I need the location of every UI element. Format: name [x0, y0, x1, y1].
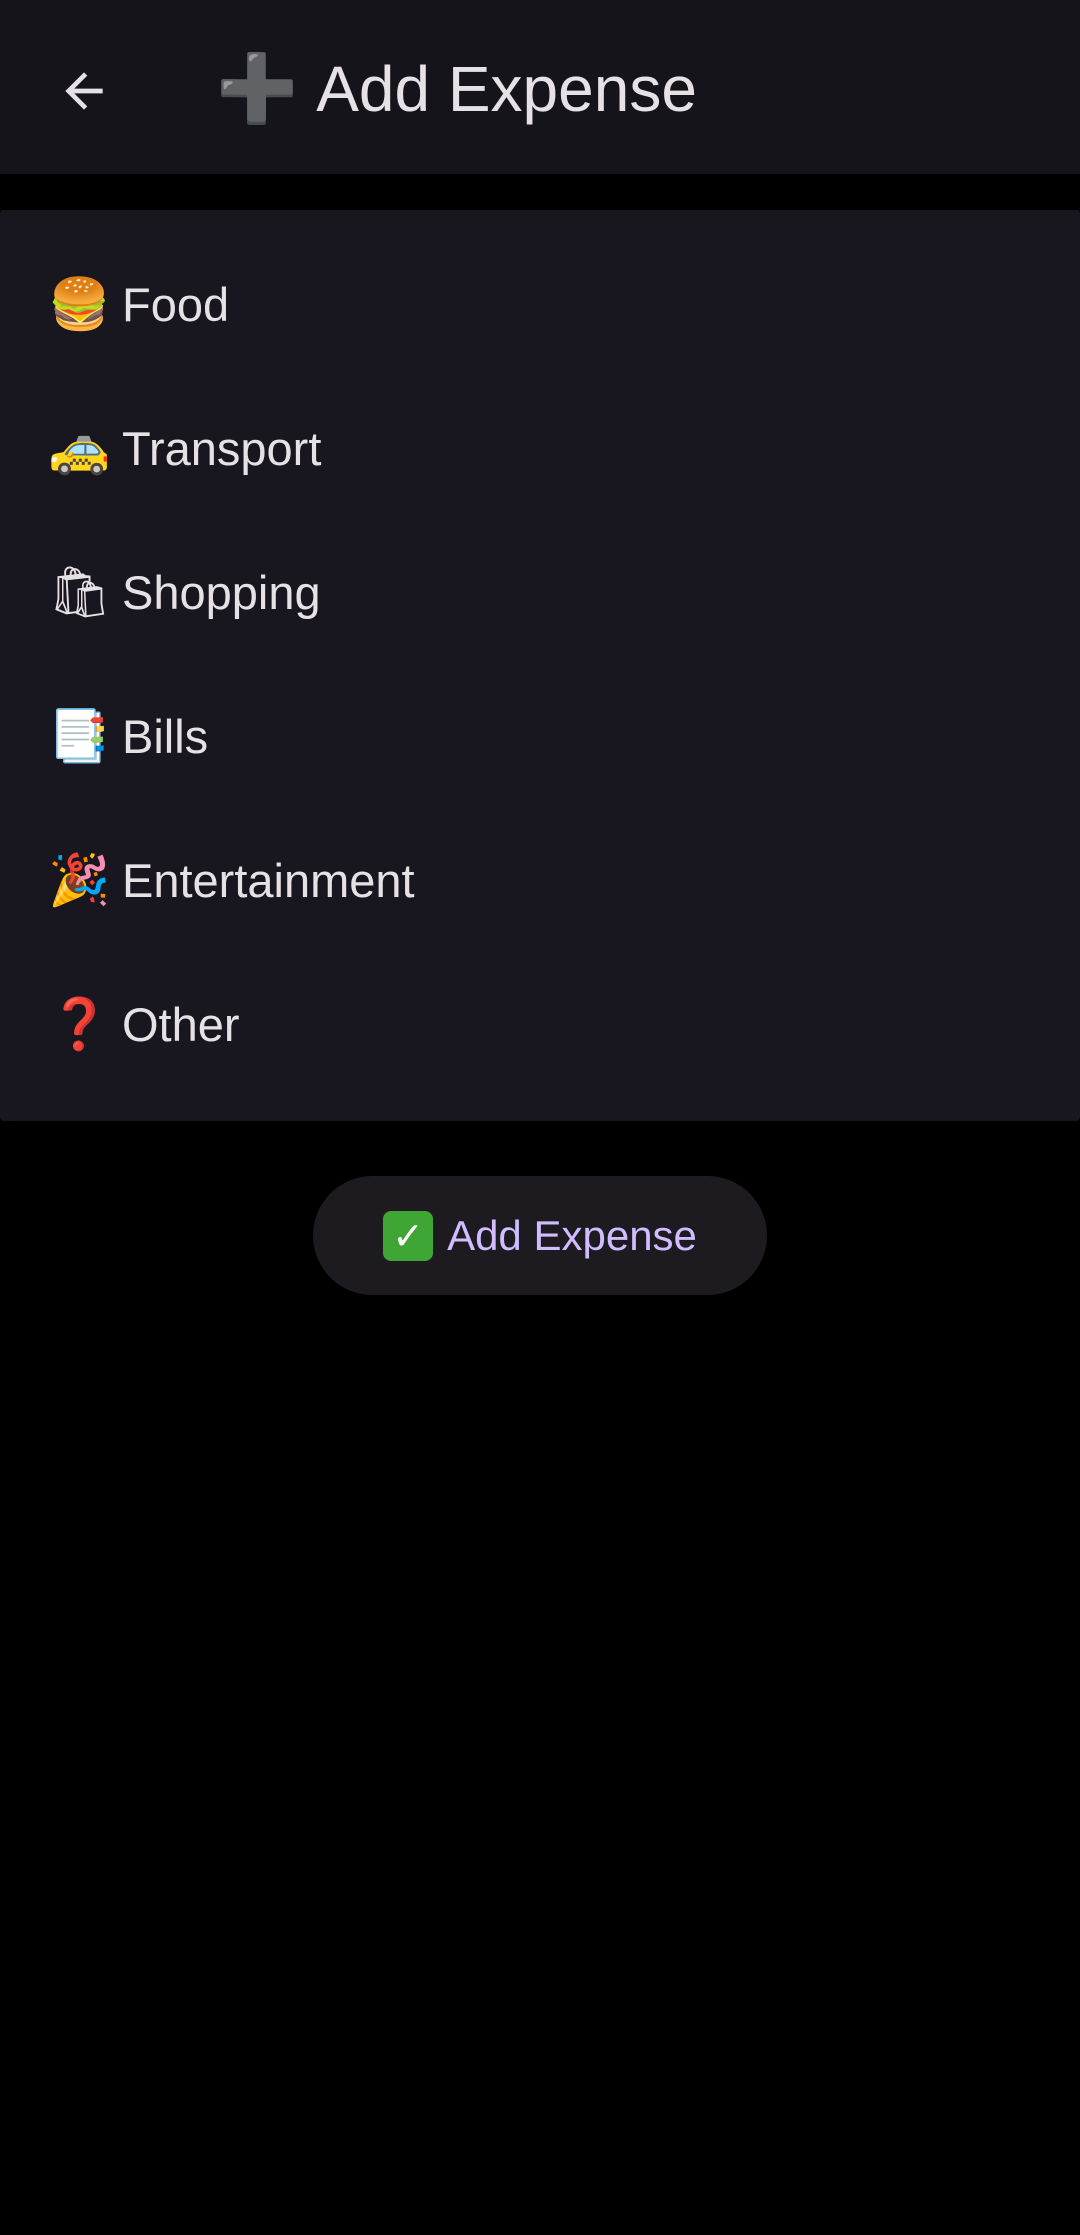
menu-item-label: Other: [122, 997, 240, 1051]
check-mark-icon: ✓: [383, 1210, 434, 1261]
plus-icon: ➕: [216, 50, 299, 127]
menu-item-shopping[interactable]: 🛍 Shopping: [0, 520, 1080, 664]
app-bar: ➕ Add Expense: [0, 0, 1080, 174]
menu-item-transport[interactable]: 🚕 Transport: [0, 376, 1080, 520]
shopping-bags-icon: 🛍: [48, 563, 112, 621]
menu-item-label: Shopping: [122, 565, 321, 619]
bookmark-tabs-icon: 📑: [48, 707, 111, 765]
menu-item-bills[interactable]: 📑 Bills: [0, 664, 1080, 808]
menu-item-label: Transport: [122, 421, 322, 475]
add-expense-button-label: Add Expense: [447, 1211, 697, 1259]
page-title: ➕ Add Expense: [216, 44, 697, 134]
menu-item-entertainment[interactable]: 🎉 Entertainment: [0, 808, 1080, 952]
party-popper-icon: 🎉: [48, 851, 111, 909]
add-expense-button[interactable]: ✓ Add Expense: [313, 1176, 767, 1295]
menu-item-label: Bills: [122, 709, 209, 763]
burger-icon: 🍔: [48, 275, 111, 333]
page-title-text: Add Expense: [316, 53, 697, 125]
taxi-icon: 🚕: [48, 419, 111, 477]
menu-item-food[interactable]: 🍔 Food: [0, 232, 1080, 376]
menu-item-label: Entertainment: [122, 853, 415, 907]
question-mark-icon: ❓: [48, 995, 111, 1053]
menu-item-label: Food: [122, 277, 230, 331]
back-button[interactable]: [40, 47, 128, 135]
menu-item-other[interactable]: ❓ Other: [0, 952, 1080, 1096]
category-dropdown-menu: 🍔 Food 🚕 Transport 🛍 Shopping 📑 Bills 🎉 …: [0, 210, 1080, 1121]
arrow-left-icon: [65, 72, 103, 110]
